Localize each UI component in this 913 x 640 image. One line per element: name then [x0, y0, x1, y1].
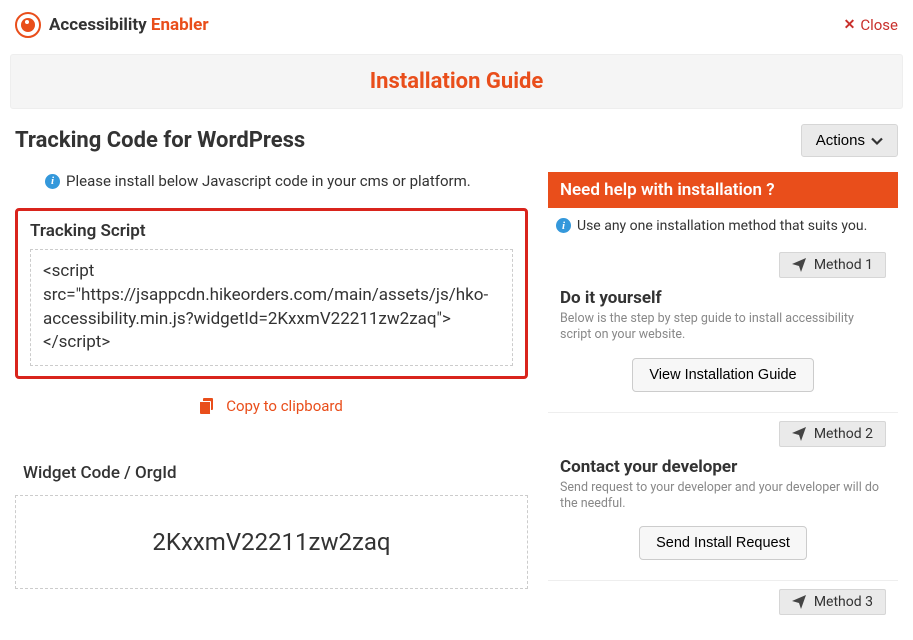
page-title: Installation Guide — [25, 69, 888, 94]
actions-dropdown[interactable]: Actions — [801, 124, 898, 157]
method-2-desc: Send request to your developer and your … — [560, 480, 886, 513]
brand-logo-icon — [15, 12, 41, 38]
method-1-title: Do it yourself — [560, 288, 886, 308]
paper-plane-icon — [792, 595, 806, 609]
copy-to-clipboard-button[interactable]: Copy to clipboard — [15, 389, 528, 423]
title-bar: Installation Guide — [10, 54, 903, 109]
send-install-request-button[interactable]: Send Install Request — [639, 526, 807, 560]
close-label: Close — [860, 16, 898, 34]
tracking-script-box: Tracking Script <script src="https://jsa… — [15, 208, 528, 379]
help-info-text: Use any one installation method that sui… — [577, 218, 867, 234]
view-installation-guide-button[interactable]: View Installation Guide — [632, 358, 813, 392]
paper-plane-icon — [792, 258, 806, 272]
install-info-text: Please install below Javascript code in … — [66, 172, 471, 190]
widget-code-value[interactable]: 2KxxmV22211zw2zaq — [15, 495, 528, 589]
right-column: Need help with installation ? i Use any … — [548, 172, 898, 625]
brand-name-part2: Enabler — [151, 15, 209, 35]
paper-plane-icon — [792, 427, 806, 441]
method-2-title: Contact your developer — [560, 457, 886, 477]
method-2-badge: Method 2 — [779, 421, 886, 447]
method-3-badge-label: Method 3 — [814, 594, 873, 610]
method-1-block: Method 1 Do it yourself Below is the ste… — [548, 244, 898, 413]
method-1-badge: Method 1 — [779, 252, 886, 278]
close-icon: ✕ — [844, 17, 856, 33]
method-1-badge-label: Method 1 — [814, 257, 873, 273]
install-info-line: i Please install below Javascript code i… — [45, 172, 528, 190]
brand-name-part1: Accessibility — [49, 15, 147, 35]
widget-code-label: Widget Code / OrgId — [23, 463, 528, 483]
chevron-down-icon — [871, 135, 883, 147]
left-column: i Please install below Javascript code i… — [15, 172, 528, 625]
tracking-script-code[interactable]: <script src="https://jsappcdn.hikeorders… — [30, 249, 513, 366]
close-button[interactable]: ✕ Close — [844, 16, 898, 34]
subheader: Tracking Code for WordPress Actions — [0, 124, 913, 172]
brand: Accessibility Enabler — [15, 12, 209, 38]
actions-label: Actions — [816, 132, 865, 149]
info-icon: i — [45, 174, 60, 189]
help-info-line: i Use any one installation method that s… — [548, 208, 898, 244]
method-2-block: Method 2 Contact your developer Send req… — [548, 413, 898, 582]
help-header: Need help with installation ? — [548, 172, 898, 208]
method-3-badge: Method 3 — [779, 589, 886, 615]
main-content: i Please install below Javascript code i… — [0, 172, 913, 640]
info-icon: i — [556, 218, 571, 233]
clipboard-icon — [200, 398, 216, 414]
brand-name: Accessibility Enabler — [49, 15, 209, 35]
method-1-desc: Below is the step by step guide to insta… — [560, 311, 886, 344]
method-3-block: Method 3 — [548, 581, 898, 625]
method-2-badge-label: Method 2 — [814, 426, 873, 442]
copy-label: Copy to clipboard — [226, 397, 343, 415]
sub-title: Tracking Code for WordPress — [15, 128, 305, 153]
tracking-script-title: Tracking Script — [30, 221, 513, 241]
app-header: Accessibility Enabler ✕ Close — [0, 0, 913, 50]
